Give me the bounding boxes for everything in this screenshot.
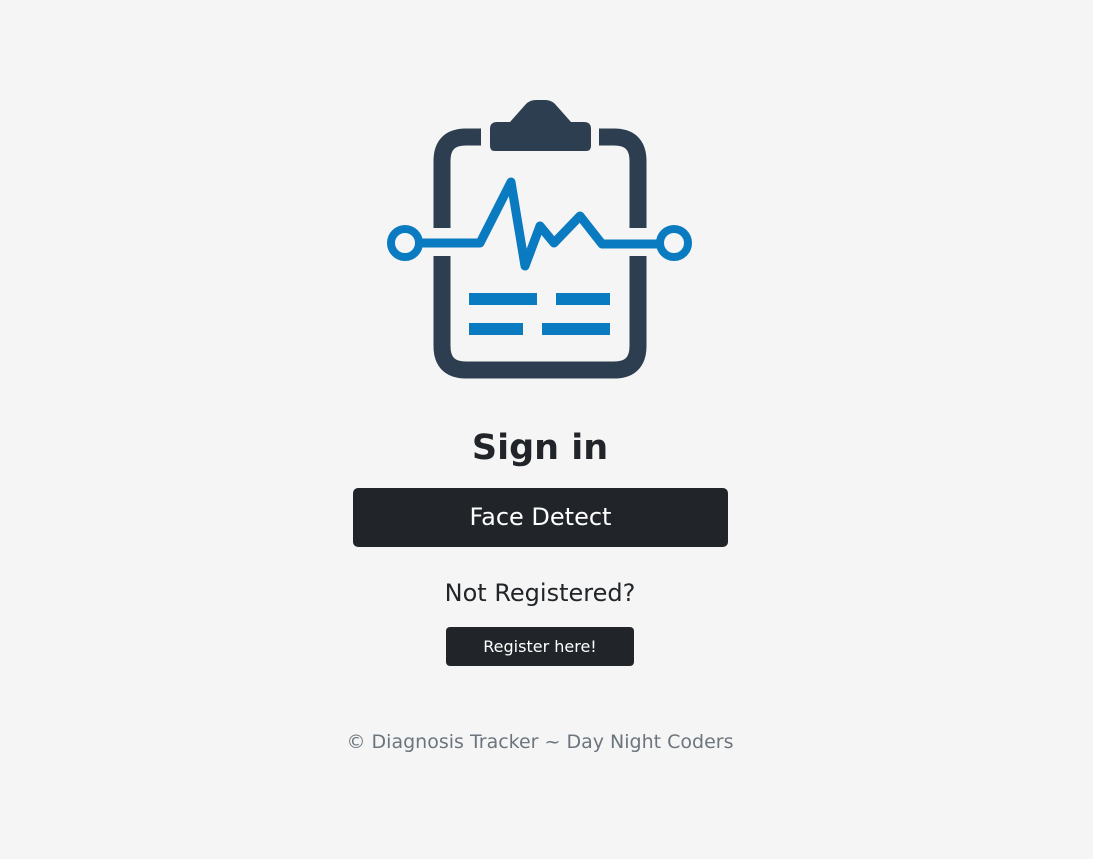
login-page: Sign in Face Detect Not Registered? Regi… bbox=[0, 0, 1093, 859]
register-button[interactable]: Register here! bbox=[446, 627, 634, 666]
not-registered-text: Not Registered? bbox=[444, 579, 636, 607]
clipboard-heartbeat-icon bbox=[387, 100, 692, 379]
footer-copyright: © Diagnosis Tracker ~ Day Night Coders bbox=[346, 731, 734, 753]
face-detect-button[interactable]: Face Detect bbox=[353, 488, 728, 547]
page-title: Sign in bbox=[471, 428, 609, 468]
